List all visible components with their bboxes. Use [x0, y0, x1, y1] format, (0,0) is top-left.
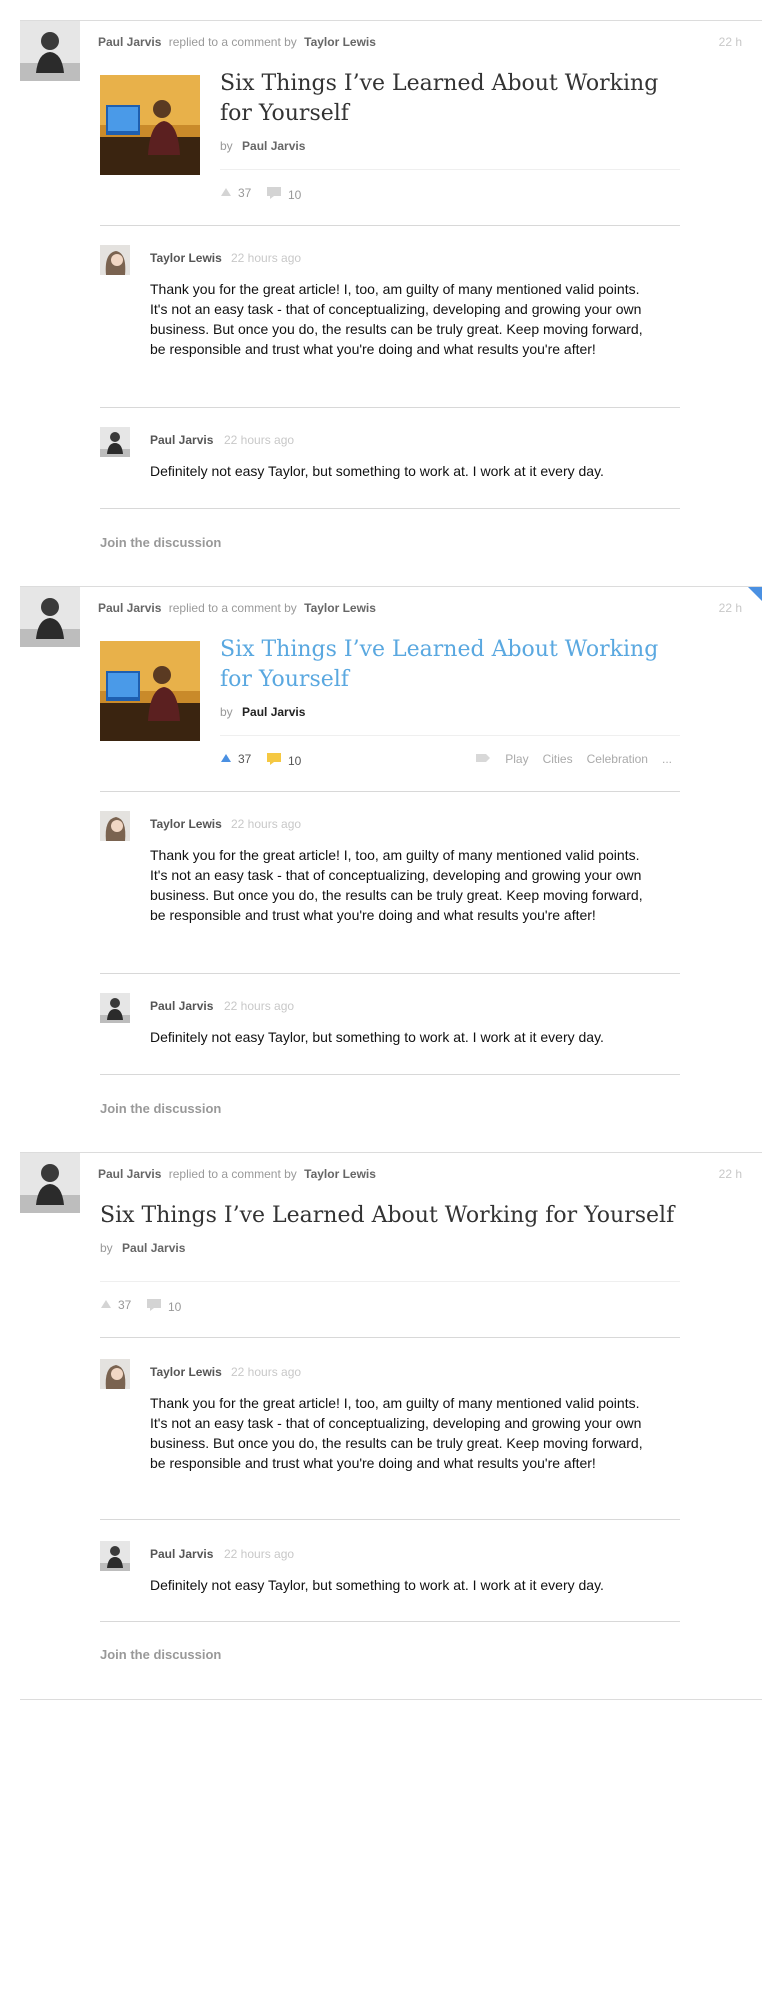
- avatar[interactable]: [100, 1541, 130, 1571]
- triangle-up-icon: [220, 752, 232, 766]
- activity-verb: replied to a comment by: [168, 35, 297, 49]
- more-tags-button[interactable]: ...: [662, 752, 672, 766]
- article-thumbnail[interactable]: [100, 75, 200, 175]
- actor-name[interactable]: Paul Jarvis: [98, 35, 161, 49]
- activity-verb: replied to a comment by: [168, 1167, 297, 1181]
- tag-icon: [475, 752, 491, 766]
- avatar[interactable]: [100, 245, 130, 275]
- timestamp: 22 h: [718, 35, 742, 49]
- comment-author[interactable]: Paul Jarvis: [150, 999, 213, 1013]
- upvote-count: 37: [118, 1298, 132, 1312]
- avatar[interactable]: [100, 993, 130, 1023]
- feed-item: Paul Jarvis replied to a comment by Tayl…: [20, 20, 762, 586]
- triangle-up-icon: [100, 1298, 112, 1312]
- comment-time: 22 hours ago: [231, 817, 302, 831]
- actor-name[interactable]: Paul Jarvis: [98, 1167, 161, 1181]
- article-title[interactable]: Six Things I’ve Learned About Working fo…: [220, 635, 680, 695]
- tag-celebration[interactable]: Celebration: [587, 752, 648, 766]
- divider: [100, 508, 680, 509]
- comment-body: Definitely not easy Taylor, but somethin…: [150, 1577, 604, 1593]
- comment-count: 10: [168, 1299, 182, 1314]
- feed-item: Paul Jarvis replied to a comment by Tayl…: [20, 586, 762, 1152]
- divider: [100, 791, 680, 792]
- avatar[interactable]: [100, 811, 130, 841]
- article-author[interactable]: Paul Jarvis: [122, 1241, 185, 1255]
- comment-time: 22 hours ago: [224, 1547, 295, 1561]
- avatar[interactable]: [20, 21, 80, 81]
- speech-bubble-icon: [146, 1298, 162, 1315]
- divider: [100, 225, 680, 226]
- comment-author[interactable]: Paul Jarvis: [150, 433, 213, 447]
- avatar[interactable]: [20, 587, 80, 647]
- divider: [100, 1621, 680, 1622]
- article-thumbnail[interactable]: [100, 641, 200, 741]
- article-title[interactable]: Six Things I’ve Learned About Working fo…: [220, 69, 680, 129]
- feed-item: Paul Jarvis replied to a comment by Tayl…: [20, 1152, 762, 1700]
- upvote-count: 37: [238, 752, 252, 766]
- divider: [100, 973, 680, 974]
- comment-time: 22 hours ago: [231, 251, 302, 265]
- triangle-up-icon: [220, 186, 232, 200]
- article-stats: 37 10: [220, 169, 680, 225]
- divider: [100, 407, 680, 408]
- article-byline: by Paul Jarvis: [100, 1241, 185, 1255]
- tag-cities[interactable]: Cities: [543, 752, 573, 766]
- activity-line: Paul Jarvis replied to a comment by Tayl…: [98, 1167, 376, 1181]
- upvote-button[interactable]: 37: [100, 1298, 131, 1312]
- comment-body: Thank you for the great article! I, too,…: [150, 847, 643, 923]
- avatar[interactable]: [100, 427, 130, 457]
- avatar[interactable]: [100, 1359, 130, 1389]
- article-stats: 37 10 Play Cities Celebration ...: [220, 735, 680, 791]
- article-title[interactable]: Six Things I’ve Learned About Working fo…: [100, 1201, 700, 1231]
- comment-body: Definitely not easy Taylor, but somethin…: [150, 1029, 604, 1045]
- timestamp: 22 h: [718, 601, 742, 615]
- speech-bubble-icon: [266, 752, 282, 769]
- join-discussion-link[interactable]: Join the discussion: [100, 1647, 221, 1662]
- timestamp: 22 h: [718, 1167, 742, 1181]
- comments-button[interactable]: 10: [266, 752, 301, 769]
- join-discussion-link[interactable]: Join the discussion: [100, 1101, 221, 1116]
- article-stats: 37 10: [100, 1281, 680, 1337]
- target-name[interactable]: Taylor Lewis: [304, 1167, 376, 1181]
- unread-flag: [748, 587, 762, 601]
- comments-button[interactable]: 10: [266, 186, 301, 203]
- by-label: by: [220, 705, 233, 719]
- speech-bubble-icon: [266, 186, 282, 203]
- article-byline: by Paul Jarvis: [220, 139, 305, 153]
- actor-name[interactable]: Paul Jarvis: [98, 601, 161, 615]
- comment-body: Thank you for the great article! I, too,…: [150, 1395, 643, 1471]
- article-byline: by Paul Jarvis: [220, 705, 305, 719]
- target-name[interactable]: Taylor Lewis: [304, 35, 376, 49]
- upvote-count: 37: [238, 186, 252, 200]
- tag-list: Play Cities Celebration ...: [475, 752, 672, 766]
- comments-button[interactable]: 10: [146, 1298, 181, 1315]
- comment-body: Thank you for the great article! I, too,…: [150, 281, 643, 357]
- by-label: by: [100, 1241, 113, 1255]
- target-name[interactable]: Taylor Lewis: [304, 601, 376, 615]
- upvote-button[interactable]: 37: [220, 752, 251, 766]
- comment-count: 10: [288, 753, 302, 768]
- avatar[interactable]: [20, 1153, 80, 1213]
- comment-body: Definitely not easy Taylor, but somethin…: [150, 463, 604, 479]
- activity-verb: replied to a comment by: [168, 601, 297, 615]
- comment-time: 22 hours ago: [224, 999, 295, 1013]
- comment-count: 10: [288, 187, 302, 202]
- tag-play[interactable]: Play: [505, 752, 528, 766]
- comment-author[interactable]: Taylor Lewis: [150, 251, 222, 265]
- upvote-button[interactable]: 37: [220, 186, 251, 200]
- join-discussion-link[interactable]: Join the discussion: [100, 535, 221, 550]
- activity-line: Paul Jarvis replied to a comment by Tayl…: [98, 601, 376, 615]
- by-label: by: [220, 139, 233, 153]
- comment-time: 22 hours ago: [224, 433, 295, 447]
- article-author[interactable]: Paul Jarvis: [242, 705, 305, 719]
- divider: [100, 1337, 680, 1338]
- comment-author[interactable]: Paul Jarvis: [150, 1547, 213, 1561]
- comment-author[interactable]: Taylor Lewis: [150, 817, 222, 831]
- divider: [100, 1074, 680, 1075]
- article-author[interactable]: Paul Jarvis: [242, 139, 305, 153]
- comment-time: 22 hours ago: [231, 1365, 302, 1379]
- divider: [100, 1519, 680, 1520]
- activity-line: Paul Jarvis replied to a comment by Tayl…: [98, 35, 376, 49]
- comment-author[interactable]: Taylor Lewis: [150, 1365, 222, 1379]
